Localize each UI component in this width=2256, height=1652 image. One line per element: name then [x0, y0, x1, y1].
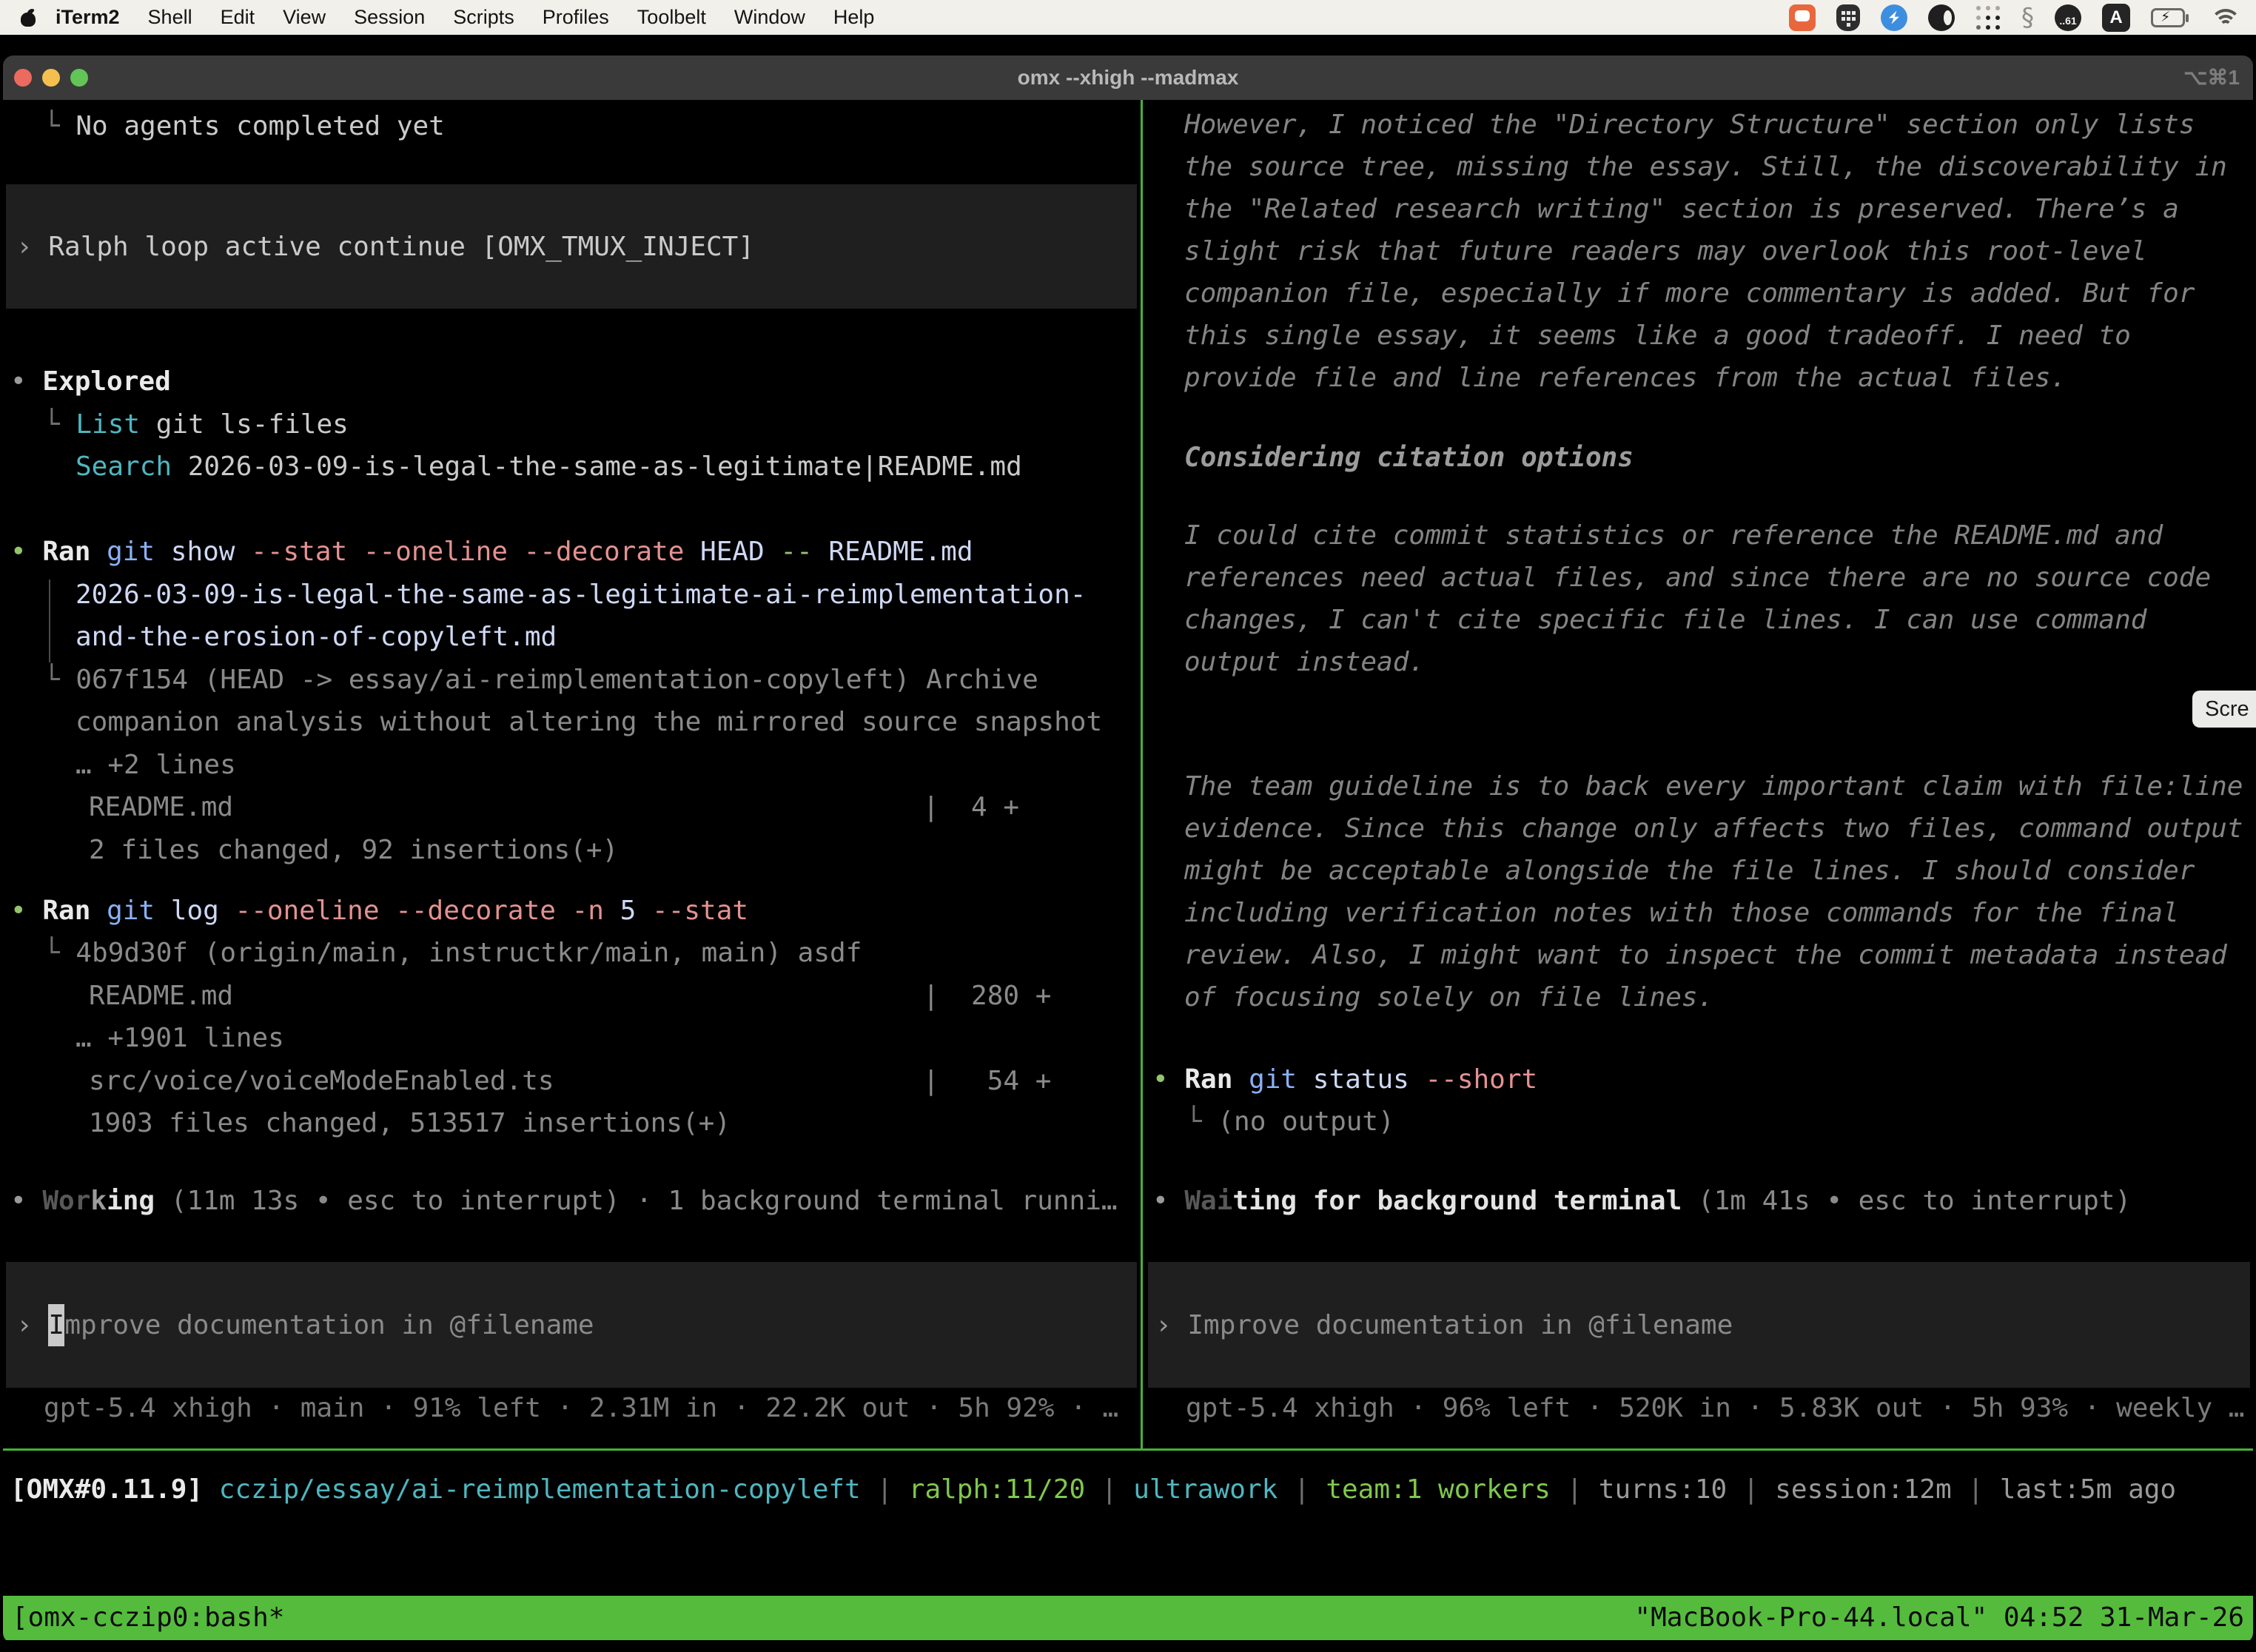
commit-summary-line: companion analysis without altering the …	[75, 701, 1102, 743]
ralph-inject-box: › Ralph loop active continue [OMX_TMUX_I…	[6, 184, 1137, 309]
menu-status-icons: § ..61 A ⚡	[1789, 4, 2240, 32]
tmux-session-label: [omx-cczip0:bash*	[12, 1596, 284, 1640]
reasoning-line: might be acceptable alongside the file l…	[1184, 850, 2195, 892]
close-button[interactable]	[14, 69, 32, 87]
menu-item-edit[interactable]: Edit	[207, 0, 269, 35]
timer-badge-icon[interactable]: ..61	[2055, 4, 2081, 31]
apple-menu-icon[interactable]	[21, 8, 36, 27]
reasoning-line: evidence. Since this change only affects…	[1184, 807, 2243, 850]
text-cursor: I	[48, 1304, 64, 1346]
commit-filename-line: and-the-erosion-of-copyleft.md	[75, 616, 557, 658]
dots-grid-icon[interactable]	[1975, 5, 2001, 30]
git-show-command: • Ran git show --stat --oneline --decora…	[10, 531, 973, 573]
commit-filename-line: 2026-03-09-is-legal-the-same-as-legitima…	[75, 574, 1086, 616]
git-log-command: • Ran git log --oneline --decorate -n 5 …	[10, 890, 748, 932]
pane-border-horizontal	[3, 1448, 2253, 1451]
working-status: • Working (11m 13s • esc to interrupt) ·…	[10, 1180, 1118, 1222]
title-bar[interactable]: omx --xhigh --madmax ⌥⌘1	[3, 56, 2253, 100]
diff-stat-line: README.md | 4 +	[89, 786, 1019, 828]
tree-connector	[49, 580, 50, 662]
menu-bar: iTerm2 Shell Edit View Session Scripts P…	[0, 0, 2256, 35]
model-status-line: gpt-5.4 xhigh · main · 91% left · 2.31M …	[44, 1387, 1118, 1429]
zoom-button[interactable]	[70, 69, 88, 87]
git-status-command: • Ran git status --short	[1152, 1058, 1537, 1101]
chat-app-icon[interactable]	[1789, 4, 1816, 31]
diff-stat-line: 1903 files changed, 513517 insertions(+)	[89, 1102, 731, 1144]
reasoning-line: companion file, especially if more comme…	[1184, 272, 2195, 315]
menu-item-profiles[interactable]: Profiles	[528, 0, 623, 35]
reasoning-line: of focusing solely on file lines.	[1184, 976, 1713, 1018]
menu-item-scripts[interactable]: Scripts	[439, 0, 528, 35]
reasoning-heading: Considering citation options	[1184, 437, 1634, 479]
menu-item-shell[interactable]: Shell	[134, 0, 207, 35]
reasoning-line: references need actual files, and since …	[1184, 557, 2211, 599]
menu-item-session[interactable]: Session	[340, 0, 439, 35]
menu-item-window[interactable]: Window	[720, 0, 819, 35]
reasoning-line: the "Related research writing" section i…	[1184, 188, 2179, 230]
omx-status-bar: [OMX#0.11.9] cczip/essay/ai-reimplementa…	[10, 1468, 2176, 1511]
commit-summary-line: └ 067f154 (HEAD -> essay/ai-reimplementa…	[44, 659, 1038, 701]
readme-link: README.md	[1954, 520, 2098, 551]
battery-bolt-icon: ⚡	[2161, 9, 2170, 25]
diff-stat-line: README.md | 280 +	[89, 975, 1051, 1017]
blue-badge-icon[interactable]	[1881, 4, 1907, 31]
reasoning-line: slight risk that future readers may over…	[1184, 230, 2146, 272]
prompt-input-left[interactable]: › Improve documentation in @filename	[6, 1262, 1137, 1388]
truncated-lines-note: … +2 lines	[75, 744, 236, 786]
tool-call-search: Search 2026-03-09-is-legal-the-same-as-l…	[75, 446, 1022, 488]
terminal-content: └ No agents completed yet › Ralph loop a…	[3, 100, 2253, 1643]
prompt-input-line: › Improve documentation in @filename	[16, 1304, 594, 1346]
menu-item-help[interactable]: Help	[819, 0, 889, 35]
tmux-host-clock: "MacBook-Pro-44.local" 04:52 31-Mar-26	[1634, 1596, 2244, 1640]
battery-icon[interactable]: ⚡	[2151, 8, 2191, 27]
minimize-button[interactable]	[42, 69, 60, 87]
prompt-input-line: › Improve documentation in @filename	[1155, 1304, 1733, 1346]
reasoning-line: I could cite commit statistics or refere…	[1184, 514, 2163, 557]
iterm-window: omx --xhigh --madmax ⌥⌘1 └ No agents com…	[3, 56, 2253, 1643]
reasoning-line: However, I noticed the "Directory Struct…	[1184, 104, 2195, 146]
tab-shortcut-label: ⌥⌘1	[2183, 56, 2240, 100]
tmux-status-bar: [omx-cczip0:bash* "MacBook-Pro-44.local"…	[3, 1596, 2253, 1640]
prompt-input-right[interactable]: › Improve documentation in @filename	[1148, 1262, 2250, 1388]
input-source-icon[interactable]: A	[2102, 4, 2130, 32]
truncated-lines-note: … +1901 lines	[75, 1017, 284, 1059]
reasoning-line: The team guideline is to back every impo…	[1184, 765, 2243, 807]
wifi-icon[interactable]	[2212, 9, 2240, 27]
waiting-status: • Waiting for background terminal (1m 41…	[1152, 1180, 2131, 1222]
reasoning-line: changes, I can't cite specific file line…	[1184, 599, 2146, 641]
shield-grid-icon[interactable]	[1836, 4, 1860, 31]
tool-call-list: └ List git ls-files	[44, 403, 349, 446]
reasoning-line: the source tree, missing the essay. Stil…	[1184, 146, 2227, 188]
commit-summary-line: └ 4b9d30f (origin/main, instructkr/main,…	[44, 932, 862, 974]
window-title: omx --xhigh --madmax	[3, 56, 2253, 100]
diff-stat-line: src/voice/voiceModeEnabled.ts | 54 +	[89, 1060, 1051, 1102]
screen-indicator-tooltip[interactable]: Scre	[2192, 691, 2256, 728]
pane-divider[interactable]	[1141, 100, 1143, 1448]
dark-crescent-icon[interactable]	[1928, 4, 1955, 31]
model-status-line: gpt-5.4 xhigh · 96% left · 520K in · 5.8…	[1186, 1387, 2244, 1429]
explored-header: • Explored	[10, 360, 171, 403]
reasoning-line: including verification notes with those …	[1184, 892, 2179, 934]
diff-stat-line: 2 files changed, 92 insertions(+)	[89, 829, 618, 871]
reasoning-line: review. Also, I might want to inspect th…	[1184, 934, 2227, 976]
menu-item-toolbelt[interactable]: Toolbelt	[623, 0, 720, 35]
menu-item-iterm2[interactable]: iTerm2	[41, 0, 134, 35]
ralph-inject-line: › Ralph loop active continue [OMX_TMUX_I…	[16, 226, 754, 268]
hook-icon[interactable]: §	[2021, 4, 2034, 31]
reasoning-line: output instead.	[1184, 641, 1425, 683]
no-output-line: └ (no output)	[1186, 1101, 1394, 1143]
agents-status-line: └ No agents completed yet	[44, 105, 445, 147]
reasoning-line: provide file and line references from th…	[1184, 357, 2067, 399]
reasoning-line: this single essay, it seems like a good …	[1184, 315, 2131, 357]
menu-item-view[interactable]: View	[269, 0, 340, 35]
